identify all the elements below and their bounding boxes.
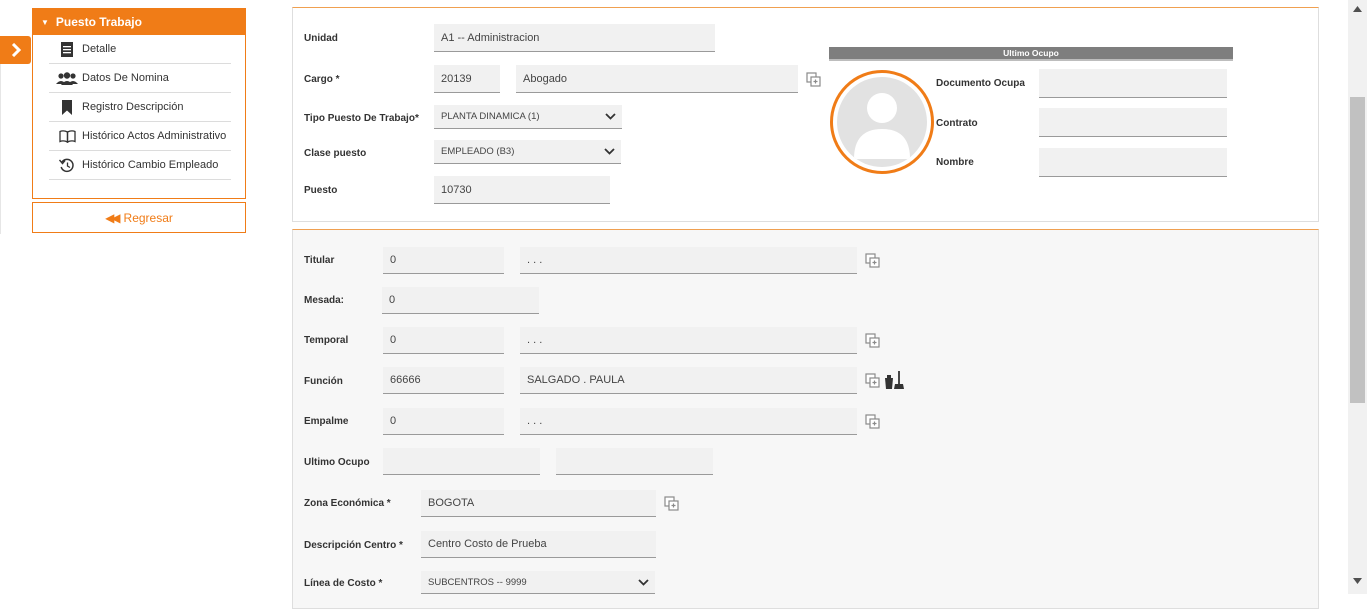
sidebar-title: Puesto Trabajo bbox=[55, 15, 142, 29]
chevron-down-icon bbox=[605, 113, 616, 120]
chevron-down-icon bbox=[604, 148, 615, 155]
copy-search-icon[interactable] bbox=[865, 253, 880, 268]
funcion-label: Función bbox=[304, 376, 343, 387]
left-edge-divider bbox=[0, 64, 2, 234]
sidebar-item-label: Registro Descripción bbox=[82, 101, 184, 113]
descripcion-centro-field[interactable]: Centro Costo de Prueba bbox=[421, 531, 656, 558]
bookmark-icon bbox=[55, 99, 79, 115]
history-icon bbox=[55, 158, 79, 173]
ultimo-ocupo-label: Ultimo Ocupo bbox=[304, 457, 370, 468]
rewind-icon: ◀◀ bbox=[105, 210, 121, 225]
sidebar-item-datos-nomina[interactable]: Datos De Nomina bbox=[49, 64, 231, 93]
sidebar-item-historico-actos[interactable]: Histórico Actos Administrativo bbox=[49, 122, 231, 151]
clase-puesto-value: EMPLEADO (B3) bbox=[441, 146, 515, 157]
caret-down-icon: ▼ bbox=[41, 17, 49, 27]
chevron-right-icon bbox=[11, 43, 21, 57]
copy-search-icon[interactable] bbox=[806, 72, 821, 87]
sidebar-item-label: Datos De Nomina bbox=[82, 72, 169, 84]
empalme-code-field[interactable]: 0 bbox=[383, 408, 504, 435]
mesada-field[interactable]: 0 bbox=[382, 287, 539, 314]
titular-code-field[interactable]: 0 bbox=[383, 247, 504, 274]
unidad-label: Unidad bbox=[304, 33, 338, 44]
clase-puesto-label: Clase puesto bbox=[304, 148, 367, 159]
linea-costo-value: SUBCENTROS -- 9999 bbox=[428, 576, 527, 588]
avatar bbox=[837, 77, 927, 167]
tipo-puesto-select[interactable]: PLANTA DINAMICA (1) bbox=[434, 105, 622, 129]
ultimo-ocupo-code-field[interactable] bbox=[383, 448, 540, 475]
puesto-field[interactable]: 10730 bbox=[434, 176, 610, 204]
tipo-puesto-label: Tipo Puesto De Trabajo* bbox=[304, 113, 419, 124]
scrollbar-thumb[interactable] bbox=[1350, 97, 1365, 403]
scroll-down-arrow-icon[interactable] bbox=[1348, 574, 1367, 588]
sidebar-item-label: Detalle bbox=[82, 43, 117, 55]
sidebar-panel: ▼ Puesto Trabajo Detalle Datos De Nomina… bbox=[32, 8, 246, 199]
unidad-field[interactable]: A1 -- Administracion bbox=[434, 24, 715, 52]
users-icon bbox=[55, 71, 79, 85]
chevron-down-icon bbox=[638, 578, 649, 586]
ultimo-ocupo-header: Ultimo Ocupo bbox=[829, 47, 1233, 61]
tipo-puesto-value: PLANTA DINAMICA (1) bbox=[441, 111, 540, 122]
contrato-label: Contrato bbox=[936, 118, 978, 129]
mesada-label: Mesada: bbox=[304, 295, 345, 306]
sidebar-item-historico-cambio[interactable]: Histórico Cambio Empleado bbox=[49, 151, 231, 180]
avatar-frame bbox=[830, 70, 934, 174]
ultimo-ocupo-title: Ultimo Ocupo bbox=[1003, 48, 1059, 58]
zona-economica-label: Zona Económica * bbox=[304, 498, 391, 509]
funcion-name-field[interactable]: SALGADO . PAULA bbox=[520, 367, 857, 394]
copy-search-icon[interactable] bbox=[865, 333, 880, 348]
nombre-label: Nombre bbox=[936, 157, 974, 168]
sidebar-header[interactable]: ▼ Puesto Trabajo bbox=[33, 9, 245, 35]
sidebar-item-label: Histórico Cambio Empleado bbox=[82, 159, 219, 171]
titular-label: Titular bbox=[304, 255, 335, 266]
documento-ocupa-label: Documento Ocupa bbox=[936, 78, 1025, 89]
sidebar-toggle-button[interactable] bbox=[0, 36, 31, 64]
sidebar-item-label: Histórico Actos Administrativo bbox=[82, 130, 227, 142]
zona-economica-field[interactable]: BOGOTA bbox=[421, 490, 656, 517]
user-placeholder-icon bbox=[854, 93, 910, 159]
cargo-label: Cargo * bbox=[304, 74, 340, 85]
linea-costo-label: Línea de Costo * bbox=[304, 578, 383, 589]
sidebar-item-detalle[interactable]: Detalle bbox=[49, 35, 231, 64]
linea-costo-select[interactable]: SUBCENTROS -- 9999 bbox=[421, 571, 655, 594]
regresar-button[interactable]: ◀◀ Regresar bbox=[32, 202, 246, 233]
sidebar-item-registro-descripcion[interactable]: Registro Descripción bbox=[49, 93, 231, 122]
document-icon bbox=[55, 41, 79, 57]
descripcion-centro-label: Descripción Centro * bbox=[304, 540, 403, 551]
empalme-name-field[interactable]: . . . bbox=[520, 408, 857, 435]
puesto-label: Puesto bbox=[304, 185, 338, 196]
scroll-up-arrow-icon[interactable] bbox=[1348, 2, 1367, 16]
copy-search-icon[interactable] bbox=[664, 496, 679, 511]
nombre-field[interactable] bbox=[1039, 148, 1227, 177]
titular-name-field[interactable]: . . . bbox=[520, 247, 857, 274]
copy-search-icon[interactable] bbox=[865, 373, 880, 388]
contrato-field[interactable] bbox=[1039, 108, 1227, 137]
temporal-name-field[interactable]: . . . bbox=[520, 327, 857, 354]
cargo-name-field[interactable]: Abogado bbox=[516, 65, 798, 93]
regresar-label: Regresar bbox=[123, 210, 173, 225]
clase-puesto-select[interactable]: EMPLEADO (B3) bbox=[434, 140, 621, 164]
documento-ocupa-field[interactable] bbox=[1039, 69, 1227, 98]
empalme-label: Empalme bbox=[304, 416, 349, 427]
copy-search-icon[interactable] bbox=[865, 414, 880, 429]
temporal-label: Temporal bbox=[304, 335, 349, 346]
ultimo-ocupo-name-field[interactable] bbox=[556, 448, 713, 475]
book-icon bbox=[55, 129, 79, 143]
funcion-code-field[interactable]: 66666 bbox=[383, 367, 504, 394]
cargo-code-field[interactable]: 20139 bbox=[434, 65, 500, 93]
temporal-code-field[interactable]: 0 bbox=[383, 327, 504, 354]
clear-broom-icon[interactable] bbox=[883, 371, 905, 390]
